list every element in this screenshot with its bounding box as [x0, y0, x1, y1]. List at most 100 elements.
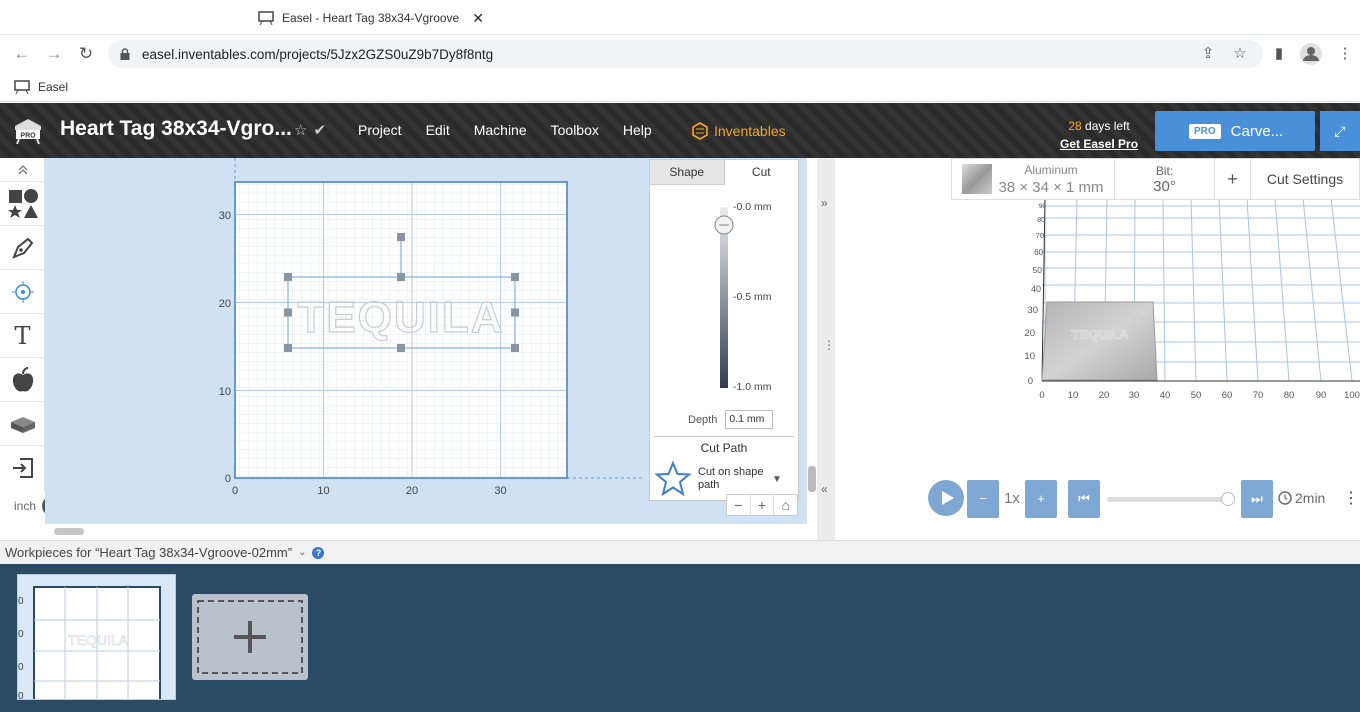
aluminum-swatch-icon: [962, 164, 993, 194]
collapse-left-icon[interactable]: «: [821, 482, 828, 496]
px-80: 80: [1284, 390, 1295, 401]
thumb-label-4: 0: [18, 691, 24, 700]
inventables-label: Inventables: [714, 123, 786, 139]
cut-path-option: Cut on shape path: [698, 466, 764, 491]
bit-value: 30°: [1153, 177, 1176, 195]
menu-toolbox[interactable]: Toolbox: [551, 122, 599, 138]
logo-pro-text: PRO: [20, 133, 36, 140]
menu-project[interactable]: Project: [358, 122, 402, 138]
import-icon[interactable]: [0, 446, 45, 490]
project-title[interactable]: Heart Tag 38x34-Vgro...: [60, 117, 292, 141]
y-tick-10: 10: [219, 386, 231, 398]
back-icon[interactable]: ←: [10, 43, 34, 65]
canvas-vscrollbar[interactable]: [808, 466, 816, 492]
py-30: 30: [1027, 305, 1038, 316]
inventables-link[interactable]: Inventables: [692, 122, 786, 140]
px-0: 0: [1039, 390, 1044, 401]
zoom-home-button[interactable]: ⌂: [774, 495, 797, 515]
material-selector[interactable]: Aluminum 38 × 34 × 1 mm: [952, 159, 1115, 199]
expand-right-icon[interactable]: »: [821, 196, 828, 210]
carve-pro-badge: PRO: [1189, 123, 1221, 139]
cut-path-select[interactable]: Cut on shape path ▼: [654, 460, 796, 498]
forward-icon[interactable]: →: [42, 43, 66, 65]
bit-selector[interactable]: Bit: 30°: [1115, 159, 1215, 199]
side-panel-icon[interactable]: ▮: [1268, 43, 1290, 65]
cut-settings-button[interactable]: Cut Settings: [1251, 159, 1359, 199]
zoom-out-button[interactable]: −: [727, 495, 751, 515]
fullscreen-expand-icon[interactable]: ⤢: [1320, 111, 1360, 151]
browser-tab[interactable]: Easel - Heart Tag 38x34-Vgroove ✕: [250, 4, 490, 32]
x-tick-30: 30: [494, 485, 506, 497]
py-0: 0: [1028, 376, 1033, 387]
reload-icon[interactable]: ↻: [74, 43, 98, 65]
py-70: 70: [1036, 231, 1044, 240]
carve-button[interactable]: PRO Carve...: [1155, 111, 1315, 151]
x-tick-20: 20: [406, 485, 418, 497]
bookmark-easel[interactable]: Easel: [38, 80, 68, 94]
workpieces-bar: Workpieces for “Heart Tag 38x34-Vgroove-…: [0, 540, 1360, 564]
workpieces-expand-icon[interactable]: ⌄: [298, 547, 306, 558]
depth-bottom-label: -1.0 mm: [733, 381, 772, 393]
speed-down-button[interactable]: −: [967, 480, 999, 518]
shapes-icon[interactable]: [0, 182, 45, 226]
tab-cut[interactable]: Cut: [725, 160, 799, 185]
point-icon[interactable]: [0, 270, 45, 314]
x-tick-0: 0: [232, 485, 238, 497]
menu-edit[interactable]: Edit: [426, 122, 450, 138]
progress-track[interactable]: [1107, 497, 1227, 502]
progress-thumb[interactable]: [1221, 492, 1235, 506]
x-tick-10: 10: [317, 485, 329, 497]
favorite-star-icon[interactable]: ☆: [294, 121, 307, 139]
skip-back-icon[interactable]: ⏮: [1068, 480, 1100, 518]
profile-avatar-icon[interactable]: [1300, 43, 1322, 65]
cut-path-title: Cut Path: [654, 436, 794, 455]
brick-icon[interactable]: [0, 402, 45, 446]
easel-bookmark-icon: [14, 79, 30, 94]
px-40: 40: [1160, 390, 1171, 401]
cut-path-dropdown-icon[interactable]: ▼: [772, 474, 782, 485]
drag-handle-icon[interactable]: ⋮: [823, 338, 835, 352]
cut-on-path-star-icon: [654, 461, 692, 497]
menu-help[interactable]: Help: [623, 122, 652, 138]
zoom-in-button[interactable]: +: [751, 495, 775, 515]
text-icon[interactable]: T: [0, 314, 45, 358]
bookmark-star-icon[interactable]: ☆: [1229, 43, 1251, 65]
browser-menu-icon[interactable]: ⋮: [1334, 43, 1356, 65]
time-value: 2min: [1295, 490, 1326, 506]
app-header: PRO Heart Tag 38x34-Vgro... ☆ ✔ Project …: [0, 103, 1360, 158]
speed-up-button[interactable]: +: [1025, 480, 1057, 518]
preview-material-block: TEQUILA: [1041, 301, 1158, 381]
workpiece-thumbnail[interactable]: TEQUILA 0 0 0 0: [17, 574, 176, 700]
add-workpiece-button[interactable]: [192, 594, 308, 680]
py-50: 50: [1033, 265, 1043, 275]
carve-label: Carve...: [1230, 122, 1284, 140]
browser-tabstrip: Easel - Heart Tag 38x34-Vgroove ✕: [0, 0, 1360, 34]
preview-carved-text: TEQUILA: [1071, 327, 1129, 342]
apple-icon[interactable]: [0, 358, 45, 402]
share-icon[interactable]: ⇪: [1197, 43, 1219, 65]
trial-suffix: days left: [1081, 119, 1130, 133]
close-tab-icon[interactable]: ✕: [472, 10, 484, 27]
collapse-up-icon[interactable]: [0, 158, 45, 182]
px-60: 60: [1222, 390, 1233, 401]
depth-slider[interactable]: -0.0 mm -0.5 mm -1.0 mm: [650, 190, 798, 400]
address-bar[interactable]: easel.inventables.com/projects/5Jzx2GZS0…: [108, 40, 1263, 68]
material-name: Aluminum: [1024, 163, 1078, 177]
easel-favicon-icon: [258, 11, 274, 25]
easel-pro-logo-icon[interactable]: PRO: [14, 118, 42, 144]
menu-machine[interactable]: Machine: [474, 122, 527, 138]
saved-check-icon: ✔: [313, 122, 327, 139]
get-easel-pro-link[interactable]: Get Easel Pro: [1060, 135, 1138, 153]
add-bit-button[interactable]: +: [1215, 159, 1251, 199]
skip-forward-icon[interactable]: ⏭: [1241, 480, 1273, 518]
bookmarks-bar: Easel: [0, 72, 1360, 102]
play-button[interactable]: [928, 480, 964, 516]
more-options-icon[interactable]: ⋮: [1343, 488, 1359, 508]
pen-tool-icon[interactable]: [0, 226, 45, 270]
panel-divider[interactable]: » ⋮ «: [817, 158, 835, 540]
depth-input[interactable]: 0.1 mm: [725, 410, 774, 429]
canvas-hscrollbar[interactable]: [54, 528, 84, 535]
help-icon[interactable]: ?: [312, 546, 325, 559]
py-90: 90: [1039, 203, 1047, 210]
tab-shape[interactable]: Shape: [650, 160, 725, 185]
